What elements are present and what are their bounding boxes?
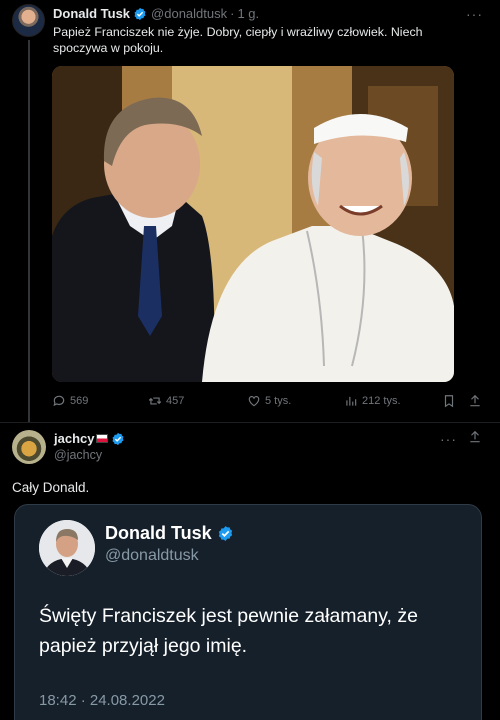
tweet-photo[interactable] bbox=[52, 66, 454, 382]
quoted-text: Święty Franciszek jest pewnie załamany, … bbox=[39, 605, 418, 657]
tweet-text: Papież Franciszek nie żyje. Dobry, ciepł… bbox=[53, 25, 423, 55]
author-name[interactable]: Donald Tusk bbox=[105, 523, 212, 544]
reply-button[interactable]: 569 bbox=[52, 394, 88, 408]
author-name[interactable]: jachcy bbox=[54, 431, 94, 446]
bookmark-button[interactable] bbox=[442, 394, 460, 408]
quoted-timestamp[interactable]: 18:42 · 24.08.2022 bbox=[39, 692, 165, 709]
share-icon[interactable] bbox=[468, 430, 482, 444]
separator-dot: · bbox=[230, 6, 235, 21]
more-options-icon[interactable]: ··· bbox=[466, 6, 483, 22]
bookmark-icon bbox=[444, 395, 454, 408]
divider bbox=[0, 422, 500, 423]
views-icon bbox=[346, 396, 357, 406]
views-button[interactable]: 212 tys. bbox=[344, 394, 401, 408]
verified-badge-icon bbox=[218, 526, 232, 541]
views-count: 212 tys. bbox=[362, 395, 401, 407]
tweet-main[interactable]: Donald Tusk @donaldtusk · 1 g. ··· Papie… bbox=[0, 0, 500, 422]
thread-line bbox=[28, 40, 30, 422]
quoted-tweet-card[interactable]: Donald Tusk @donaldtusk Święty Francisze… bbox=[14, 504, 482, 720]
reply-count: 569 bbox=[70, 395, 89, 407]
like-icon bbox=[248, 396, 260, 407]
repost-button[interactable]: 457 bbox=[148, 394, 184, 408]
author-handle[interactable]: @donaldtusk bbox=[151, 6, 227, 21]
share-button[interactable] bbox=[468, 394, 486, 408]
reply-text: Cały Donald. bbox=[12, 480, 90, 495]
tweet-time[interactable]: 1 g. bbox=[237, 6, 259, 21]
reply-icon bbox=[53, 395, 65, 407]
reply-author[interactable]: jachcy bbox=[54, 431, 129, 446]
avatar[interactable] bbox=[39, 520, 95, 576]
poland-flag-icon bbox=[96, 434, 109, 443]
like-button[interactable]: 5 tys. bbox=[247, 394, 291, 408]
tweet-header: Donald Tusk @donaldtusk · 1 g. bbox=[53, 6, 259, 21]
avatar[interactable] bbox=[12, 4, 45, 37]
author-name[interactable]: Donald Tusk bbox=[53, 6, 130, 21]
more-options-icon[interactable]: ··· bbox=[440, 431, 457, 447]
repost-count: 457 bbox=[166, 395, 185, 407]
like-count: 5 tys. bbox=[265, 395, 292, 407]
avatar[interactable] bbox=[12, 430, 46, 464]
share-icon bbox=[470, 394, 480, 407]
author-handle[interactable]: @jachcy bbox=[54, 448, 102, 462]
verified-badge-icon bbox=[113, 432, 124, 445]
quoted-author[interactable]: Donald Tusk bbox=[105, 523, 238, 544]
tweet-actions: 569 457 5 tys. 212 tys. bbox=[52, 394, 480, 410]
repost-icon bbox=[148, 397, 162, 405]
verified-badge-icon bbox=[134, 7, 146, 20]
author-handle[interactable]: @donaldtusk bbox=[105, 547, 199, 565]
